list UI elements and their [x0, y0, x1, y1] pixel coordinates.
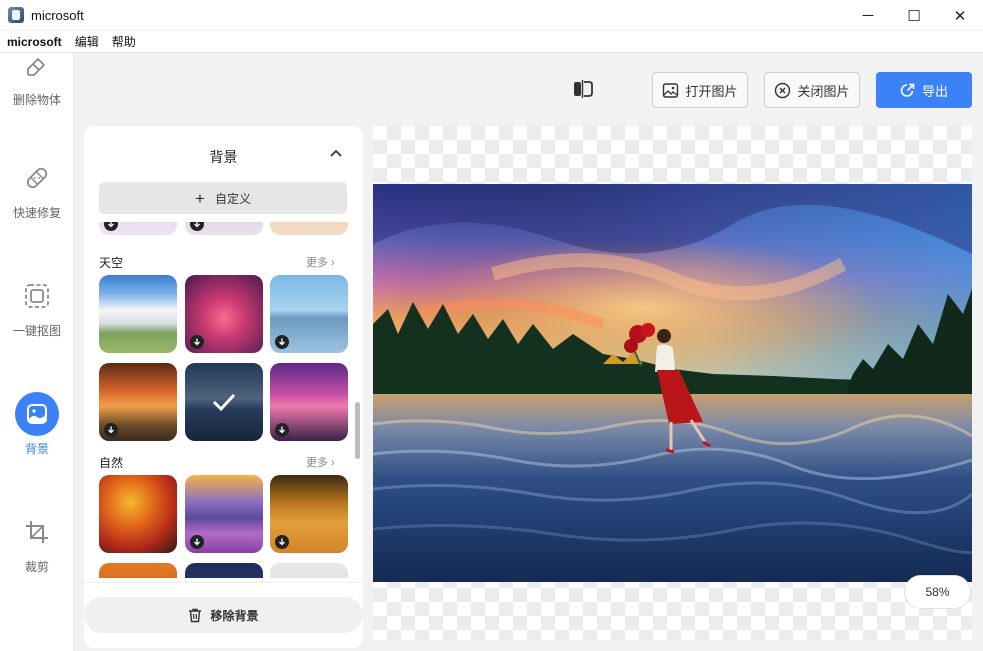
- more-label: 更多: [306, 457, 328, 469]
- compare-button[interactable]: [571, 77, 595, 101]
- tool-label: 背景: [24, 442, 49, 456]
- download-icon: [190, 335, 204, 349]
- title-bar: microsoft ─ ☐ ✕: [0, 0, 983, 31]
- app-icon: [8, 7, 24, 23]
- download-icon: [104, 222, 118, 231]
- background-thumbnail[interactable]: [270, 475, 348, 553]
- panel-divider: [84, 582, 363, 583]
- custom-background-button[interactable]: + 自定义: [99, 182, 347, 214]
- close-button[interactable]: ✕: [937, 0, 983, 31]
- background-thumbnail[interactable]: [270, 275, 348, 353]
- more-link-nature[interactable]: 更多 ›: [306, 454, 335, 470]
- download-icon: [104, 423, 118, 437]
- menu-edit[interactable]: 编辑: [75, 33, 99, 50]
- background-thumbnail[interactable]: [185, 275, 263, 353]
- close-circle-icon: [774, 82, 791, 99]
- close-image-label: 关闭图片: [797, 83, 850, 99]
- background-thumbnail[interactable]: [185, 222, 263, 235]
- trash-icon: [188, 608, 202, 623]
- tool-cutout[interactable]: 一键抠图: [0, 274, 74, 339]
- plus-icon: +: [195, 188, 205, 208]
- chevron-up-icon: [330, 149, 342, 157]
- check-icon: [212, 393, 236, 412]
- tool-remove-object[interactable]: 删除物体: [0, 43, 74, 108]
- edited-photo[interactable]: [373, 184, 972, 582]
- main-area: 打开图片 关闭图片 导出 背景 + 自定义 天空 更多 › 自然 更多 › 移除…: [74, 53, 983, 651]
- scrollbar[interactable]: [353, 222, 361, 578]
- close-image-button[interactable]: 关闭图片: [764, 72, 860, 108]
- background-thumbnail[interactable]: [185, 563, 263, 578]
- background-thumbnail[interactable]: [185, 475, 263, 553]
- zoom-indicator[interactable]: 58%: [904, 575, 971, 609]
- remove-background-label: 移除背景: [210, 608, 259, 623]
- maximize-button[interactable]: ☐: [891, 0, 937, 31]
- background-panel: 背景 + 自定义 天空 更多 › 自然 更多 › 移除背景: [84, 126, 363, 648]
- eraser-icon: [15, 43, 59, 87]
- tool-quick-repair[interactable]: 快速修复: [0, 156, 74, 221]
- background-thumbnail-selected[interactable]: [185, 363, 263, 441]
- tool-label: 快速修复: [12, 206, 61, 220]
- tool-label: 删除物体: [12, 93, 61, 107]
- background-thumbnail[interactable]: [99, 475, 177, 553]
- background-thumbnail[interactable]: [99, 563, 177, 578]
- export-label: 导出: [921, 83, 948, 99]
- export-button[interactable]: 导出: [876, 72, 972, 108]
- tool-label: 裁剪: [24, 560, 49, 574]
- more-link-sky[interactable]: 更多 ›: [306, 254, 335, 270]
- download-icon: [190, 535, 204, 549]
- tool-background[interactable]: 背景: [0, 392, 74, 457]
- crop-icon: [15, 510, 59, 554]
- open-image-button[interactable]: 打开图片: [652, 72, 748, 108]
- window-title: microsoft: [31, 7, 84, 23]
- download-icon: [275, 535, 289, 549]
- background-thumbnail[interactable]: [270, 222, 348, 235]
- cutout-icon: [15, 274, 59, 318]
- tool-crop[interactable]: 裁剪: [0, 510, 74, 575]
- download-icon: [275, 335, 289, 349]
- menu-help[interactable]: 帮助: [112, 33, 136, 50]
- open-image-label: 打开图片: [685, 83, 738, 99]
- tool-rail: 删除物体 快速修复 一键抠图 背景 裁剪: [0, 53, 74, 651]
- section-title-nature: 自然: [99, 456, 124, 470]
- background-thumbnail[interactable]: [270, 363, 348, 441]
- collapse-button[interactable]: [328, 146, 344, 162]
- image-icon: [15, 392, 59, 436]
- window-controls: ─ ☐ ✕: [845, 0, 983, 31]
- download-icon: [190, 222, 204, 231]
- image-canvas[interactable]: [373, 126, 972, 640]
- custom-label: 自定义: [214, 191, 251, 206]
- background-thumbnail[interactable]: [99, 275, 177, 353]
- menu-bar: microsoft 编辑 帮助: [0, 31, 983, 53]
- compare-icon: [574, 80, 593, 98]
- download-icon: [275, 423, 289, 437]
- background-list: 天空 更多 › 自然 更多 ›: [84, 222, 363, 578]
- scrollbar-thumb[interactable]: [355, 402, 360, 459]
- section-title-sky: 天空: [99, 256, 124, 270]
- tool-label: 一键抠图: [12, 324, 61, 338]
- background-thumbnail[interactable]: [99, 363, 177, 441]
- bandage-icon: [15, 156, 59, 200]
- background-thumbnail[interactable]: [99, 222, 177, 235]
- image-icon: [662, 82, 679, 99]
- remove-background-button[interactable]: 移除背景: [84, 597, 363, 633]
- background-thumbnail[interactable]: [270, 563, 348, 578]
- export-icon: [900, 83, 915, 98]
- more-label: 更多: [306, 257, 328, 269]
- panel-title: 背景: [209, 149, 238, 165]
- minimize-button[interactable]: ─: [845, 0, 891, 31]
